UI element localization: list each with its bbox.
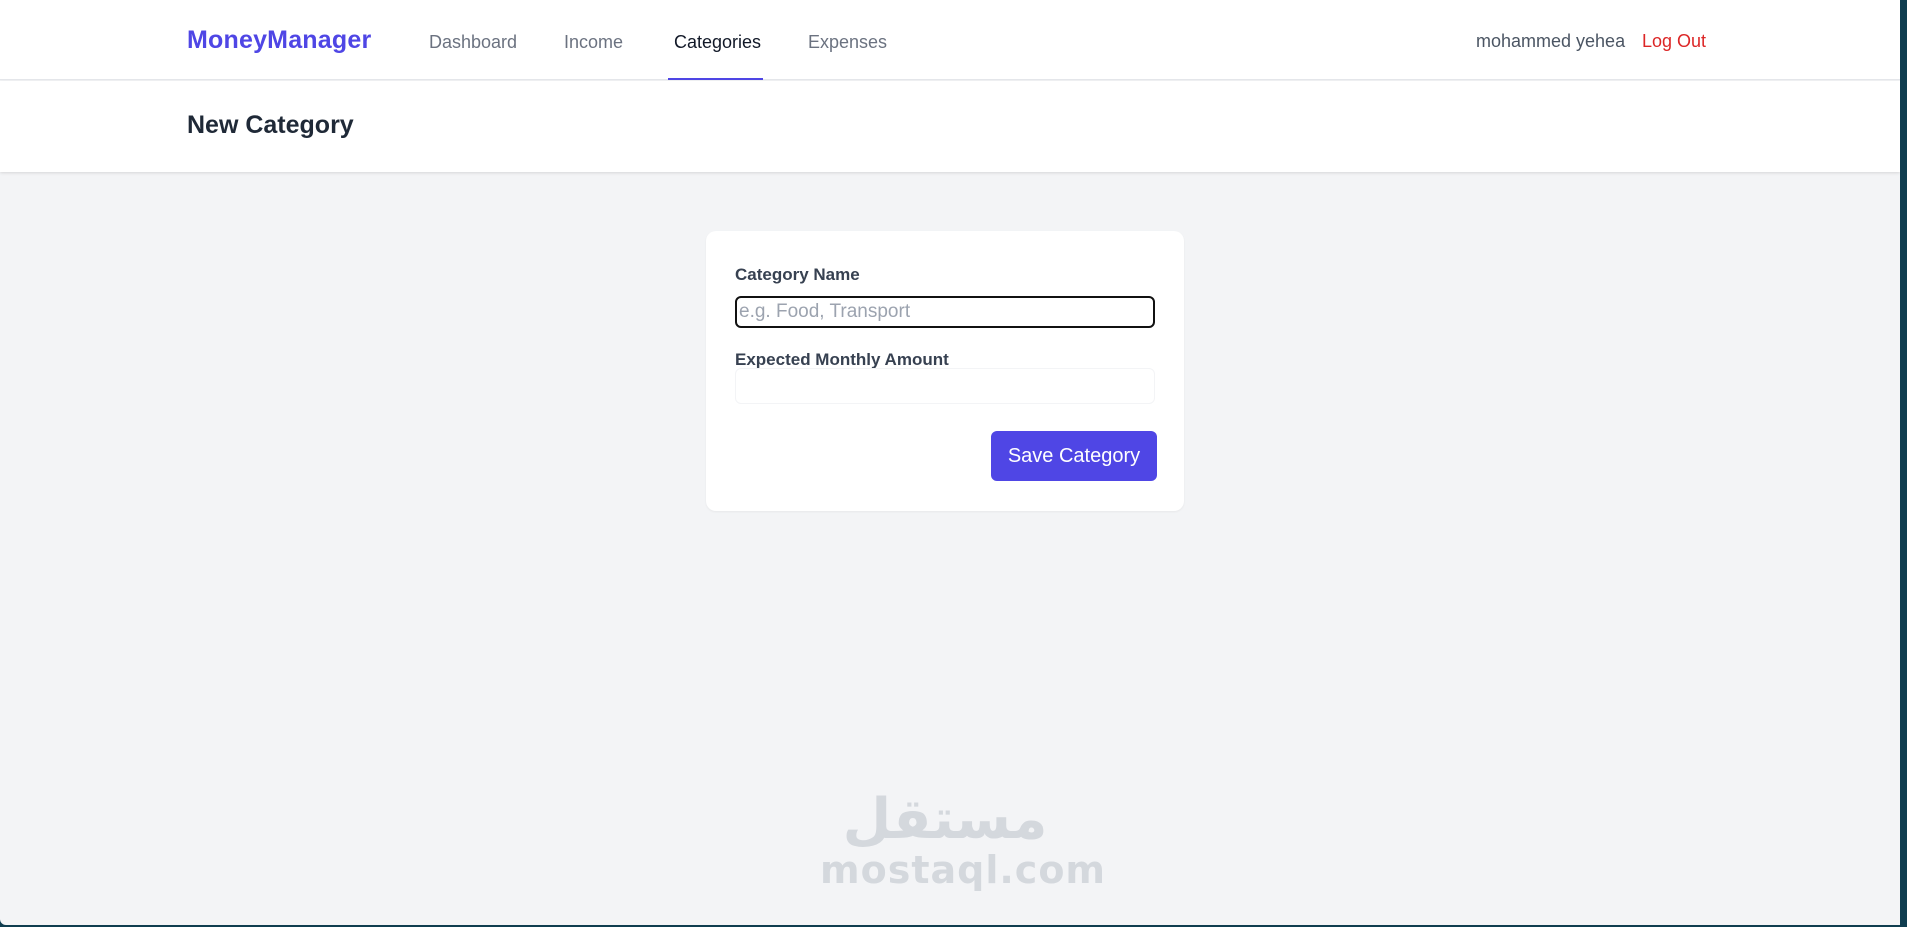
nav-link-income[interactable]: Income: [564, 32, 623, 53]
active-tab-indicator: [668, 78, 763, 80]
brand-logo[interactable]: MoneyManager: [187, 26, 371, 55]
save-category-button[interactable]: Save Category: [991, 431, 1157, 481]
logout-link[interactable]: Log Out: [1642, 31, 1706, 52]
watermark-latin-text: mostaql.com: [820, 848, 1107, 892]
app-viewport: MoneyManager Dashboard Income Categories…: [0, 0, 1900, 925]
expected-amount-label: Expected Monthly Amount: [735, 350, 949, 369]
nav-link-expenses[interactable]: Expenses: [808, 32, 887, 53]
watermark-arabic-text: مستقل: [842, 787, 1048, 852]
nav-link-dashboard[interactable]: Dashboard: [429, 32, 517, 53]
top-navbar: MoneyManager Dashboard Income Categories…: [0, 0, 1900, 80]
nav-link-categories[interactable]: Categories: [674, 32, 761, 53]
category-name-label: Category Name: [735, 265, 860, 284]
watermark-logo: مستقل mostaql.com: [820, 787, 1107, 892]
user-name: mohammed yehea: [1476, 31, 1626, 51]
page-header: New Category: [0, 81, 1900, 172]
category-name-input[interactable]: [735, 296, 1155, 328]
page-title: New Category: [187, 111, 354, 139]
expected-amount-input[interactable]: [735, 368, 1155, 404]
new-category-form: Category Name Expected Monthly Amount Sa…: [706, 231, 1184, 511]
